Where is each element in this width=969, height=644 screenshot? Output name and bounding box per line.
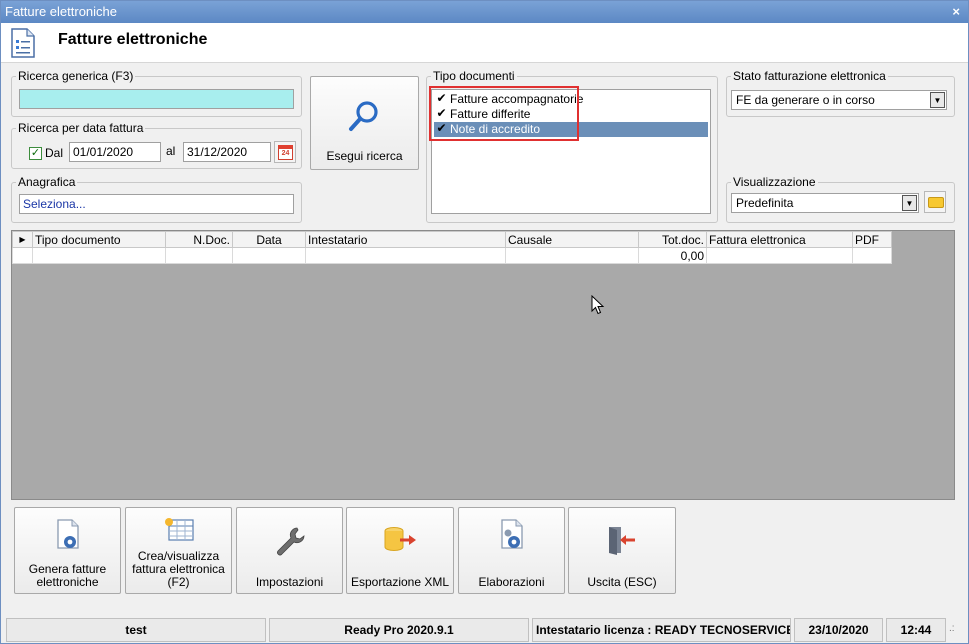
row-indicator-header: ▶ xyxy=(12,231,33,248)
status-time: 12:44 xyxy=(886,618,946,642)
esportazione-xml-button[interactable]: Esportazione XML xyxy=(346,507,454,594)
elaborazioni-button[interactable]: Elaborazioni xyxy=(458,507,565,594)
stato-fatturazione-select[interactable]: FE da generare o in corso ▼ xyxy=(731,90,947,110)
page-header: Fatture elettroniche xyxy=(1,23,968,63)
ricerca-generica-legend: Ricerca generica (F3) xyxy=(18,69,134,83)
status-version: Ready Pro 2020.9.1 xyxy=(269,618,529,642)
highlight-box xyxy=(429,86,579,141)
column-header[interactable]: Intestatario xyxy=(305,231,506,248)
table-cell[interactable] xyxy=(706,247,853,264)
date-to-input[interactable] xyxy=(183,142,271,162)
calendar-icon: 24 xyxy=(278,145,293,160)
column-header[interactable]: Fattura elettronica xyxy=(706,231,853,248)
calendar-button[interactable]: 24 xyxy=(274,141,296,163)
genera-fatture-label: Genera fatture elettroniche xyxy=(28,562,107,589)
table-cell[interactable] xyxy=(32,247,166,264)
visualizzazione-select[interactable]: Predefinita ▼ xyxy=(731,193,919,213)
impostazioni-button[interactable]: Impostazioni xyxy=(236,507,343,594)
column-header[interactable]: N.Doc. xyxy=(165,231,233,248)
anagrafica-input[interactable] xyxy=(19,194,294,214)
table-cell[interactable] xyxy=(165,247,233,264)
magnifier-icon xyxy=(349,101,378,131)
uscita-button[interactable]: Uscita (ESC) xyxy=(568,507,676,594)
close-icon[interactable]: × xyxy=(952,1,960,23)
esegui-ricerca-button[interactable]: Esegui ricerca xyxy=(310,76,419,170)
table-cell[interactable] xyxy=(852,247,892,264)
column-header[interactable]: PDF xyxy=(852,231,892,248)
document-gears-icon xyxy=(500,519,523,549)
table-cell[interactable] xyxy=(232,247,306,264)
documents-grid[interactable]: ▶ Tipo documento N.Doc. Data Intestatari… xyxy=(11,230,955,500)
status-license: Intestatario licenza : READY TECNOSERVIC… xyxy=(532,618,791,642)
chevron-down-icon[interactable]: ▼ xyxy=(902,195,917,211)
elaborazioni-label: Elaborazioni xyxy=(478,575,545,589)
impostazioni-label: Impostazioni xyxy=(255,575,324,589)
page-title: Fatture elettroniche xyxy=(58,31,208,48)
dal-checkbox[interactable]: ✓ xyxy=(29,147,42,160)
anagrafica-legend: Anagrafica xyxy=(18,175,76,189)
visualizzazione-value: Predefinita xyxy=(736,196,794,210)
genera-fatture-button[interactable]: Genera fatture elettroniche xyxy=(14,507,121,594)
title-bar: Fatture elettroniche × xyxy=(1,1,968,23)
stato-fatturazione-legend: Stato fatturazione elettronica xyxy=(733,69,886,83)
wrench-icon xyxy=(276,527,304,556)
resize-grip-icon[interactable]: .: xyxy=(949,623,955,634)
status-bar: test Ready Pro 2020.9.1 Intestatario lic… xyxy=(1,615,968,643)
row-indicator-cell xyxy=(12,247,33,264)
status-user: test xyxy=(6,618,266,642)
date-from-input[interactable] xyxy=(69,142,161,162)
mouse-cursor-icon xyxy=(591,295,605,315)
open-folder-button[interactable] xyxy=(924,191,946,213)
chevron-down-icon[interactable]: ▼ xyxy=(930,92,945,108)
table-cell[interactable] xyxy=(305,247,506,264)
esportazione-xml-label: Esportazione XML xyxy=(350,575,450,589)
document-gear-icon xyxy=(56,519,79,549)
al-label: al xyxy=(166,144,176,158)
window-title: Fatture elettroniche xyxy=(5,4,118,19)
column-header[interactable]: Tipo documento xyxy=(32,231,166,248)
folder-icon xyxy=(928,197,944,208)
ricerca-data-legend: Ricerca per data fattura xyxy=(18,121,144,135)
column-header[interactable]: Tot.doc. xyxy=(638,231,707,248)
column-header[interactable]: Data xyxy=(232,231,306,248)
database-export-icon xyxy=(384,527,416,551)
main-window: Fatture elettroniche × Fatture elettroni… xyxy=(0,0,969,644)
esegui-ricerca-label: Esegui ricerca xyxy=(326,149,403,163)
documents-table: ▶ Tipo documento N.Doc. Data Intestatari… xyxy=(12,231,892,264)
status-date: 23/10/2020 xyxy=(794,618,883,642)
stato-fatturazione-value: FE da generare o in corso xyxy=(736,93,875,107)
visualizzazione-legend: Visualizzazione xyxy=(733,175,816,189)
dal-label: Dal xyxy=(45,146,64,160)
table-row[interactable]: 0,00 xyxy=(12,247,892,264)
column-header[interactable]: Causale xyxy=(505,231,639,248)
table-cell[interactable] xyxy=(505,247,639,264)
grid-sun-icon xyxy=(164,518,194,541)
exit-door-icon xyxy=(609,527,635,555)
crea-visualizza-button[interactable]: Crea/visualizza fattura elettronica (F2) xyxy=(125,507,232,594)
tipo-documenti-legend: Tipo documenti xyxy=(433,69,515,83)
crea-visualizza-label: Crea/visualizza fattura elettronica (F2) xyxy=(132,549,225,589)
document-settings-icon xyxy=(11,28,35,58)
ricerca-generica-input[interactable] xyxy=(19,89,294,109)
table-cell[interactable]: 0,00 xyxy=(638,247,707,264)
uscita-label: Uscita (ESC) xyxy=(587,575,657,589)
